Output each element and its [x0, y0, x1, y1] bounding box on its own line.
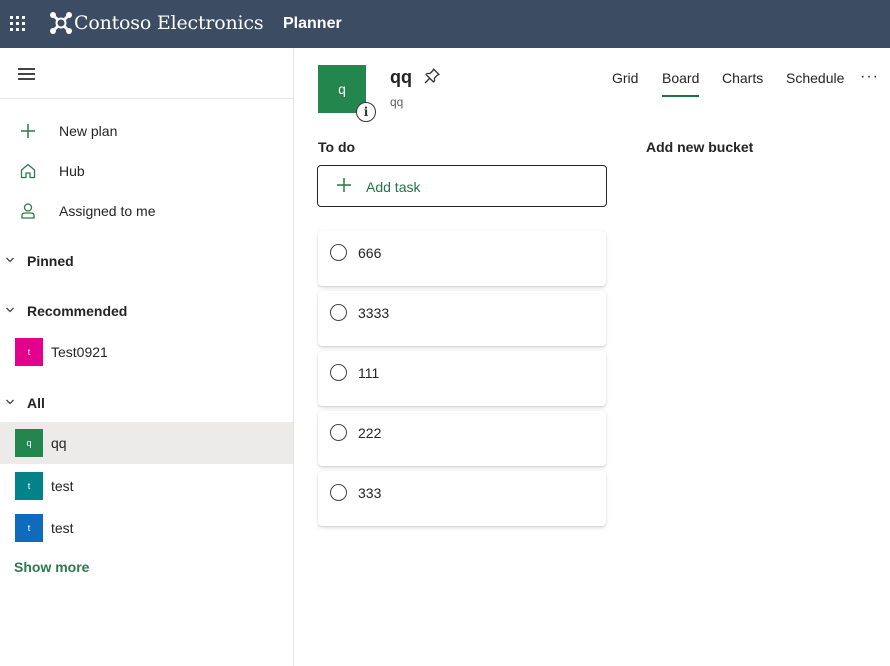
plan-item-test[interactable]: t test [0, 465, 293, 507]
section-recommended-label: Recommended [27, 303, 128, 319]
section-recommended[interactable]: Recommended [0, 297, 293, 327]
plan-title: qq [390, 67, 412, 87]
plan-subtitle: qq [390, 95, 404, 109]
plan-item-label: Test0921 [51, 344, 108, 360]
tab-schedule[interactable]: Schedule [786, 70, 844, 86]
plan-avatar: t [15, 338, 43, 366]
brand-name[interactable]: Contoso Electronics [74, 12, 264, 34]
section-pinned-label: Pinned [27, 253, 74, 269]
home-icon [20, 163, 36, 179]
plan-avatar: q [15, 429, 43, 457]
sidebar: New plan Hub Assigned to me Pinned Recom… [0, 48, 294, 666]
chevron-down-icon [6, 307, 14, 313]
task-card[interactable]: 222 [318, 411, 606, 466]
nav-assigned-to-me[interactable]: Assigned to me [0, 191, 293, 231]
plus-icon [21, 124, 35, 138]
chevron-down-icon [6, 399, 14, 405]
plan-item-qq[interactable]: q qq [0, 422, 293, 464]
nav-hub-label: Hub [59, 163, 85, 179]
task-title: 333 [358, 485, 382, 501]
section-all[interactable]: All [0, 389, 293, 419]
nav-hub[interactable]: Hub [0, 151, 293, 191]
sidebar-divider [0, 98, 293, 99]
task-card[interactable]: 333 [318, 471, 606, 526]
complete-task-checkbox[interactable] [330, 424, 347, 441]
task-title: 111 [358, 365, 380, 381]
chevron-down-icon [6, 257, 14, 263]
add-new-bucket-button[interactable]: Add new bucket [646, 139, 753, 155]
more-options-icon[interactable]: ··· [860, 68, 879, 86]
plan-item-test0921[interactable]: t Test0921 [0, 331, 293, 373]
task-title: 3333 [358, 305, 390, 321]
tab-board[interactable]: Board [662, 70, 700, 97]
task-card[interactable]: 111 [318, 351, 606, 406]
task-card[interactable]: 3333 [318, 291, 606, 346]
nav-new-plan-label: New plan [59, 123, 118, 139]
task-card[interactable]: 666 [318, 231, 606, 286]
top-bar: Contoso Electronics Planner [0, 0, 890, 48]
section-pinned[interactable]: Pinned [0, 247, 293, 277]
plan-item-label: qq [51, 435, 67, 451]
plan-item-label: test [51, 520, 74, 536]
complete-task-checkbox[interactable] [330, 304, 347, 321]
section-all-label: All [27, 395, 45, 411]
app-name[interactable]: Planner [283, 15, 342, 33]
complete-task-checkbox[interactable] [330, 364, 347, 381]
task-title: 666 [358, 245, 382, 261]
nav-assigned-label: Assigned to me [59, 203, 156, 219]
info-icon[interactable]: i [356, 102, 376, 122]
add-task-button[interactable]: Add task [317, 165, 607, 207]
plan-avatar: t [15, 472, 43, 500]
task-title: 222 [358, 425, 382, 441]
plan-item-test[interactable]: t test [0, 507, 293, 549]
plan-item-label: test [51, 478, 74, 494]
plus-icon [337, 178, 351, 192]
contoso-logo-icon [50, 12, 72, 34]
app-launcher-icon[interactable] [10, 16, 26, 32]
add-task-label: Add task [366, 179, 421, 195]
plan-avatar: t [15, 514, 43, 542]
bucket-title[interactable]: To do [318, 139, 355, 155]
person-icon [21, 203, 35, 219]
complete-task-checkbox[interactable] [330, 244, 347, 261]
tab-grid[interactable]: Grid [612, 70, 638, 86]
nav-new-plan[interactable]: New plan [0, 111, 293, 151]
show-more-link[interactable]: Show more [14, 559, 89, 575]
complete-task-checkbox[interactable] [330, 484, 347, 501]
hamburger-menu-icon[interactable] [18, 67, 36, 81]
tab-charts[interactable]: Charts [722, 70, 763, 86]
pin-icon[interactable] [423, 67, 441, 85]
